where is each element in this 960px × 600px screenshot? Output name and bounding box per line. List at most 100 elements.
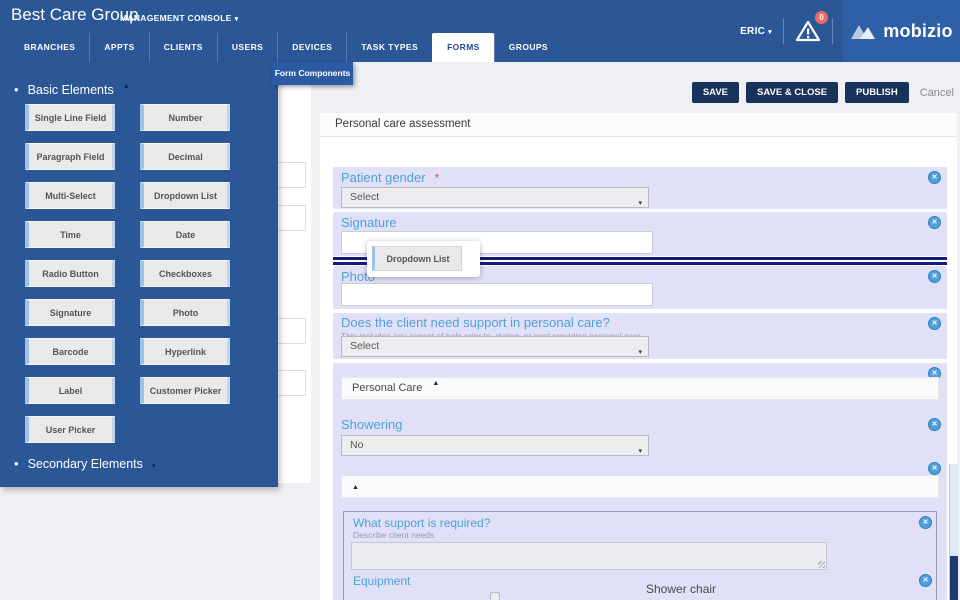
- form-title-bar: Personal care assessment: [320, 113, 957, 137]
- equipment-label: Equipment: [353, 574, 411, 588]
- remove-field-icon[interactable]: ✕: [928, 418, 941, 431]
- expand-down-icon: ▾: [151, 463, 156, 470]
- component-decimal[interactable]: Decimal: [140, 143, 230, 170]
- select-caret-icon: ▾: [638, 448, 642, 455]
- showering-select[interactable]: No ▾: [341, 435, 649, 456]
- remove-field-icon[interactable]: ✕: [928, 216, 941, 229]
- alerts-button[interactable]: 0: [795, 11, 828, 43]
- select-caret-icon: ▾: [638, 349, 642, 356]
- vertical-scrollbar[interactable]: [949, 464, 958, 600]
- tab-devices[interactable]: DEVICES: [277, 33, 346, 62]
- component-radio-button[interactable]: Radio Button: [25, 260, 115, 287]
- bullet-icon: •: [14, 456, 19, 471]
- field-support-question: Does the client need support in personal…: [333, 313, 947, 359]
- tab-task-types[interactable]: TASK TYPES: [346, 33, 432, 62]
- dragged-dropdown-list: Dropdown List: [372, 246, 462, 271]
- what-support-hint: Describe client needs: [353, 530, 435, 540]
- signature-label: Signature: [341, 215, 397, 230]
- management-console-menu[interactable]: MANAGEMENT CONSOLE ▾: [120, 13, 238, 23]
- component-customer-picker[interactable]: Customer Picker: [140, 377, 230, 404]
- component-dropdown-list[interactable]: Dropdown List: [140, 182, 230, 209]
- component-checkboxes[interactable]: Checkboxes: [140, 260, 230, 287]
- component-barcode[interactable]: Barcode: [25, 338, 115, 365]
- subgroup-shower-support: What support is required? Describe clien…: [343, 511, 937, 600]
- user-cluster: ERIC ▾ 0: [740, 0, 833, 62]
- component-grid: Single Line Field Number Paragraph Field…: [25, 104, 230, 443]
- remove-field-icon[interactable]: ✕: [919, 574, 932, 587]
- secondary-elements-label: Secondary Elements: [27, 457, 143, 471]
- tab-forms[interactable]: FORMS: [432, 33, 494, 62]
- personal-care-group-label: Personal Care: [352, 382, 423, 394]
- component-hyperlink[interactable]: Hyperlink: [140, 338, 230, 365]
- brand-name: mobizio: [883, 20, 953, 41]
- collapse-up-icon: ▲: [352, 484, 359, 491]
- divider: [783, 18, 784, 44]
- bullet-icon: •: [14, 82, 19, 97]
- collapsed-subgroup-bar[interactable]: ▲: [341, 475, 939, 498]
- patient-gender-label: Patient gender: [341, 170, 426, 185]
- component-user-picker[interactable]: User Picker: [25, 416, 115, 443]
- tab-groups[interactable]: GROUPS: [493, 33, 562, 62]
- support-question-select[interactable]: Select ▾: [341, 336, 649, 357]
- component-multi-select[interactable]: Multi-Select: [25, 182, 115, 209]
- form-canvas: Personal care assessment Patient gender *…: [320, 113, 957, 600]
- personal-care-group-bar[interactable]: Personal Care ▲: [341, 377, 939, 400]
- save-button[interactable]: SAVE: [691, 82, 740, 103]
- scrollbar-thumb[interactable]: [950, 556, 958, 600]
- collapse-up-icon: ▲: [122, 83, 130, 90]
- secondary-elements-header[interactable]: • Secondary Elements ▾: [14, 456, 155, 471]
- equipment-option-label: Shower chair: [646, 582, 717, 596]
- tab-branches[interactable]: BRANCHES: [10, 33, 89, 62]
- remove-field-icon[interactable]: ✕: [919, 516, 932, 529]
- remove-field-icon[interactable]: ✕: [928, 171, 941, 184]
- user-menu[interactable]: ERIC ▾: [740, 26, 772, 37]
- basic-elements-label: Basic Elements: [27, 83, 114, 97]
- showering-label: Showering: [341, 417, 403, 432]
- component-paragraph-field[interactable]: Paragraph Field: [25, 143, 115, 170]
- tab-clients[interactable]: CLIENTS: [148, 33, 217, 62]
- component-date[interactable]: Date: [140, 221, 230, 248]
- underlying-panel: [277, 62, 311, 483]
- management-console-label: MANAGEMENT CONSOLE: [120, 13, 232, 23]
- hidden-component-button: [277, 162, 306, 188]
- component-number[interactable]: Number: [140, 104, 230, 131]
- group-personal-care: ✕ Personal Care ▲ Showering ✕ No ▾ ✕ ▲ W…: [333, 363, 947, 600]
- component-time[interactable]: Time: [25, 221, 115, 248]
- alert-count-badge: 0: [815, 11, 828, 24]
- support-question-label: Does the client need support in personal…: [341, 315, 610, 330]
- hidden-component-button: [277, 370, 306, 396]
- collapse-up-icon: ▲: [432, 380, 440, 387]
- what-support-textarea[interactable]: [351, 542, 827, 570]
- form-toolbar: SAVE SAVE & CLOSE PUBLISH Cancel: [320, 82, 954, 103]
- patient-gender-select[interactable]: Select ▾: [341, 187, 649, 208]
- components-sidebar: • Basic Elements ▲ Single Line Field Num…: [0, 62, 278, 487]
- divider: [832, 18, 833, 44]
- component-photo[interactable]: Photo: [140, 299, 230, 326]
- component-signature[interactable]: Signature: [25, 299, 115, 326]
- photo-input[interactable]: [341, 283, 653, 306]
- tab-appts[interactable]: APPTS: [89, 33, 148, 62]
- remove-field-icon[interactable]: ✕: [928, 317, 941, 330]
- cancel-link[interactable]: Cancel: [920, 87, 954, 99]
- remove-field-icon[interactable]: ✕: [928, 270, 941, 283]
- tab-users[interactable]: USERS: [216, 33, 277, 62]
- component-single-line-field[interactable]: Single Line Field: [25, 104, 115, 131]
- dragged-component-card[interactable]: Dropdown List: [367, 241, 480, 277]
- remove-subgroup-icon[interactable]: ✕: [928, 462, 941, 475]
- chevron-down-icon: ▾: [768, 28, 772, 36]
- form-components-tab[interactable]: Form Components: [272, 62, 353, 85]
- required-asterisk: *: [434, 171, 440, 185]
- form-title: Personal care assessment: [335, 118, 471, 130]
- hidden-component-button: [277, 318, 306, 344]
- publish-button[interactable]: PUBLISH: [845, 82, 909, 103]
- equipment-checkbox-shower-chair[interactable]: [490, 592, 500, 600]
- select-caret-icon: ▾: [638, 200, 642, 207]
- chevron-down-icon: ▾: [234, 16, 239, 23]
- brand-logo: mobizio: [843, 0, 960, 62]
- screen: Best Care Group MANAGEMENT CONSOLE ▾ ERIC…: [0, 0, 960, 600]
- field-patient-gender: Patient gender * Select ▾ ✕: [333, 167, 947, 209]
- main-nav: BRANCHES APPTS CLIENTS USERS DEVICES TAS…: [10, 33, 562, 62]
- component-label[interactable]: Label: [25, 377, 115, 404]
- save-and-close-button[interactable]: SAVE & CLOSE: [746, 82, 839, 103]
- basic-elements-header[interactable]: • Basic Elements ▲: [14, 82, 130, 97]
